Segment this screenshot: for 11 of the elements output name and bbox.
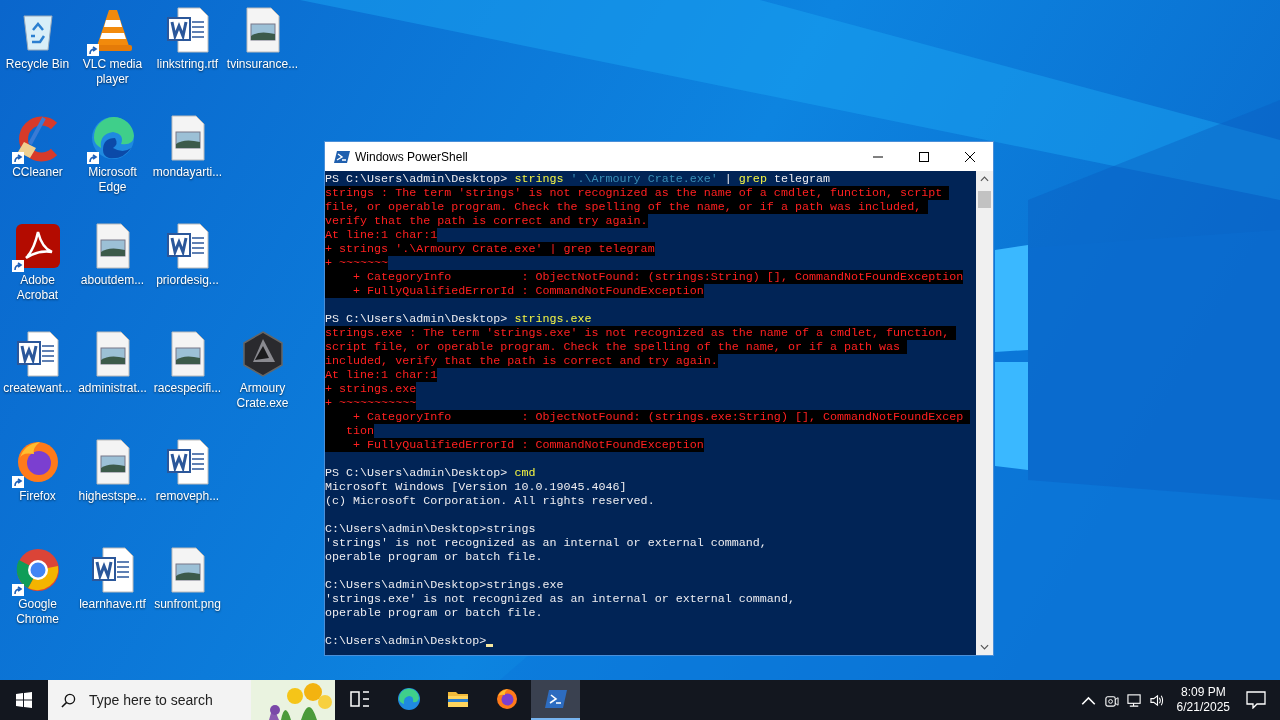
notification-icon[interactable] bbox=[1246, 691, 1266, 709]
terminal-icon bbox=[543, 687, 568, 711]
clock[interactable]: 8:09 PM 6/21/2025 bbox=[1168, 685, 1238, 715]
search-icon bbox=[61, 692, 76, 708]
search-field[interactable]: Type here to search bbox=[87, 691, 251, 709]
speaker-icon[interactable] bbox=[1149, 692, 1165, 708]
fox-globe-icon bbox=[494, 687, 519, 711]
wave-logo-icon bbox=[396, 687, 421, 711]
network-icon[interactable] bbox=[1126, 692, 1142, 708]
windows-logo-icon bbox=[16, 692, 32, 708]
search-bar[interactable]: Type here to search bbox=[48, 680, 335, 720]
